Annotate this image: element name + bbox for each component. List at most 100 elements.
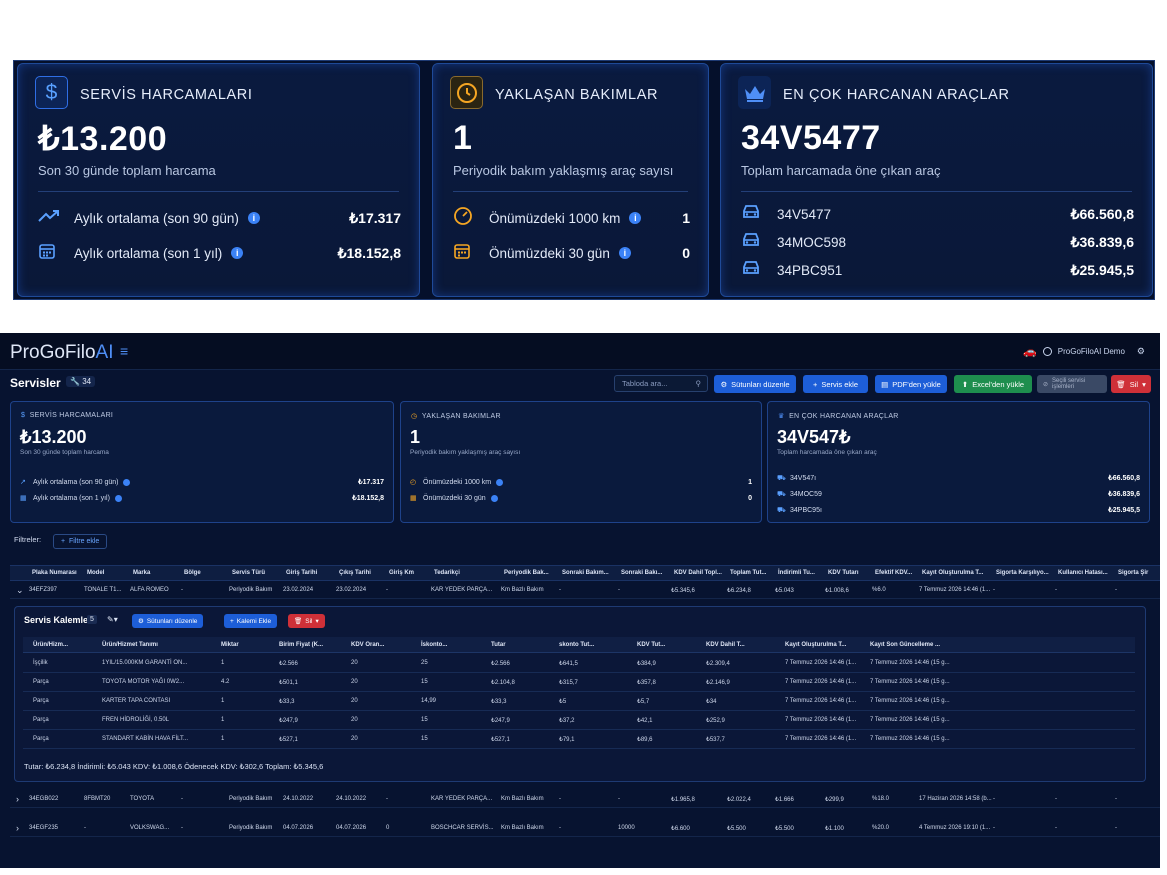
plus-icon: + xyxy=(812,379,818,389)
column-header[interactable]: KDV Tutarı xyxy=(828,570,859,576)
delete-button[interactable]: 🗑 Sil ▾ xyxy=(1111,375,1151,393)
vehicle-row[interactable]: 34MOC598 ₺36.839,6 xyxy=(741,230,1134,254)
service-spend-card: $ SERVİS HARCAMALARI ₺13.200 Son 30 günd… xyxy=(17,63,420,297)
column-header[interactable]: Kullanıcı Hatası... xyxy=(1058,570,1108,576)
column-header[interactable]: Tutar xyxy=(491,642,506,648)
table-row[interactable]: ⌄ 34EFZ397 TONALE T1... ALFA ROMEO - Periyodi… xyxy=(10,582,1160,599)
vehicle-row[interactable]: ⛟ 34MOC59 ₺36.839,6 xyxy=(777,488,1140,500)
column-header[interactable]: KDV Dahil T... xyxy=(706,642,745,648)
column-header[interactable]: İndirimli Tu... xyxy=(778,570,815,576)
upcoming-maintenance-card: YAKLAŞAN BAKIMLAR 1 Periyodik bakım yakl… xyxy=(432,63,709,297)
gauge-icon xyxy=(453,206,477,231)
column-header[interactable]: Tedarikçi xyxy=(434,570,460,576)
stat-label: Önümüzdeki 1000 km xyxy=(489,210,621,226)
item-row[interactable]: Parça FREN HİDROLİĞİ, 0.50L 1 ₺247,9 20 15 ₺24… xyxy=(23,711,1135,730)
column-header[interactable]: skonto Tut... xyxy=(559,642,594,648)
column-header[interactable]: KDV Tut... xyxy=(637,642,665,648)
column-header[interactable]: KDV Oran... xyxy=(351,642,384,648)
column-header[interactable]: Kayıt Oluşturulma T... xyxy=(922,570,983,576)
column-header[interactable]: Kayıt Son Güncelleme ... xyxy=(870,642,940,648)
column-header[interactable]: İskonto... xyxy=(421,642,447,648)
table-cell: TOYOTA xyxy=(130,796,155,802)
stat-value: 0 xyxy=(748,494,752,502)
item-cell: ₺641,5 xyxy=(559,661,578,667)
item-cell: ₺2.309,4 xyxy=(706,661,730,667)
item-row[interactable]: Parça STANDART KABİN HAVA FİLT... 1 ₺527,1 2… xyxy=(23,730,1135,749)
info-icon[interactable] xyxy=(496,478,504,486)
column-header[interactable]: Sigorta Karşılıyo... xyxy=(996,570,1049,576)
column-header[interactable]: Model xyxy=(87,570,104,576)
table-cell: ₺1.100 xyxy=(825,826,844,832)
column-header[interactable]: Birim Fiyat (K... xyxy=(279,642,323,648)
table-cell: - xyxy=(1055,587,1057,593)
column-header[interactable]: Toplam Tut... xyxy=(730,570,766,576)
edit-icon[interactable]: ✎▾ xyxy=(107,615,118,624)
car-icon xyxy=(741,204,765,225)
table-cell: 34EGB022 xyxy=(29,796,59,802)
table-cell: - xyxy=(559,587,561,593)
info-icon[interactable] xyxy=(114,494,122,502)
column-header[interactable]: Miktar xyxy=(221,642,239,648)
table-search-input[interactable]: Tabloda ara... ⚲ xyxy=(614,375,708,392)
add-item-button[interactable]: + Kalemi Ekle xyxy=(224,614,278,628)
column-header[interactable]: Plaka Numarası xyxy=(32,570,77,576)
column-header[interactable]: Çıkış Tarihi xyxy=(339,570,371,576)
table-cell: - xyxy=(1115,825,1117,831)
column-header[interactable]: Servis Türü xyxy=(232,570,265,576)
item-row[interactable]: Parça KARTER TAPA CONTASI 1 ₺33,3 20 14,99 ₺33… xyxy=(23,692,1135,711)
column-header[interactable]: Giriş Km xyxy=(389,570,414,576)
chevron-right-icon[interactable]: › xyxy=(16,794,19,804)
add-filter-button[interactable]: + Filtre ekle xyxy=(53,534,108,549)
item-cell: STANDART KABİN HAVA FİLT... xyxy=(102,736,189,742)
user-area[interactable]: 🚗 ProGoFiloAI Demo ⚙ xyxy=(1023,345,1145,358)
column-header[interactable]: Ürün/Hizm... xyxy=(33,642,68,648)
search-icon: ⚲ xyxy=(695,379,702,388)
info-icon[interactable] xyxy=(123,478,131,486)
column-header[interactable]: Kayıt Oluşturulma T... xyxy=(785,642,846,648)
app-logo[interactable]: ProGoFiloAI xyxy=(10,342,113,364)
vehicle-spend: ₺25.945,5 xyxy=(1070,261,1134,278)
column-header[interactable]: Marka xyxy=(133,570,150,576)
column-header[interactable]: Ürün/Hizmet Tanımı xyxy=(102,642,158,648)
trend-up-icon: ↗ xyxy=(20,479,26,486)
chevron-right-icon[interactable]: › xyxy=(16,823,19,833)
item-cell: ₺247,9 xyxy=(279,718,298,724)
table-row[interactable]: › 34EGF235 - VOLKSWAG... - Periyodik Bakım 04.… xyxy=(10,820,1160,837)
stat-value: ₺18.152,8 xyxy=(352,495,384,502)
column-header[interactable]: Sigorta Şir xyxy=(1118,570,1148,576)
car-icon xyxy=(741,232,765,253)
chevron-down-icon[interactable]: ⌄ xyxy=(16,585,24,596)
table-cell: TONALE T1... xyxy=(84,587,122,593)
column-header[interactable]: Periyodik Bak... xyxy=(504,570,549,576)
column-header[interactable]: Giriş Tarihi xyxy=(286,570,317,576)
column-header[interactable]: Sonraki Bakı... xyxy=(621,570,662,576)
vehicle-row[interactable]: 34PBC951 ₺25.945,5 xyxy=(741,258,1134,282)
info-icon[interactable] xyxy=(490,494,498,502)
info-icon[interactable]: i xyxy=(629,212,642,224)
table-row[interactable]: › 34EGB022 8FBMT20 TOYOTA - Periyodik Bakım 24… xyxy=(10,791,1160,808)
stat-row: Aylık ortalama (son 90 gün) i ₺17.317 xyxy=(38,206,401,230)
excel-upload-button[interactable]: ⬆ Excel'den yükle xyxy=(954,375,1032,393)
info-icon[interactable]: i xyxy=(618,247,631,259)
wrench-icon: 🔧 xyxy=(70,377,80,386)
add-service-button[interactable]: + Servis ekle xyxy=(803,375,868,393)
delete-item-button[interactable]: 🗑 Sil ▾ xyxy=(288,614,325,628)
column-header[interactable]: KDV Dahil Topl... xyxy=(674,570,722,576)
edit-columns-button[interactable]: ⚙ Sütunları düzenle xyxy=(132,614,204,628)
info-icon[interactable]: i xyxy=(231,247,244,259)
column-header[interactable]: Bölge xyxy=(184,570,201,576)
vehicle-row[interactable]: ⛟ 34PBC95ı ₺25.945,5 xyxy=(777,504,1140,516)
info-icon[interactable]: i xyxy=(247,212,260,224)
column-header[interactable]: Sonraki Bakım... xyxy=(562,570,609,576)
pdf-upload-button[interactable]: ▤ PDF'den yükle xyxy=(875,375,947,393)
column-header[interactable]: Efektif KDV... xyxy=(875,570,912,576)
settings-gear-icon[interactable]: ⚙ xyxy=(1137,346,1145,357)
item-row[interactable]: Parça TOYOTA MOTOR YAĞI 0W2... 4.2 ₺501,1 20… xyxy=(23,673,1135,692)
edit-columns-button[interactable]: ⚙ Sütunları düzenle xyxy=(714,375,796,393)
hamburger-menu-icon[interactable]: ≡ xyxy=(120,343,128,359)
item-row[interactable]: İşçilik 1YIL/15.000KM GARANTİ ON... 1 ₺2.56… xyxy=(23,654,1135,673)
vehicle-row[interactable]: ⛟ 34V547ı ₺66.560,8 xyxy=(777,472,1140,484)
stat-label: Önümüzdeki 30 gün xyxy=(423,494,486,502)
vehicle-row[interactable]: 34V5477 ₺66.560,8 xyxy=(741,202,1134,226)
selected-actions-button[interactable]: ⊘ Seçili servisi işlemleri xyxy=(1037,375,1107,393)
